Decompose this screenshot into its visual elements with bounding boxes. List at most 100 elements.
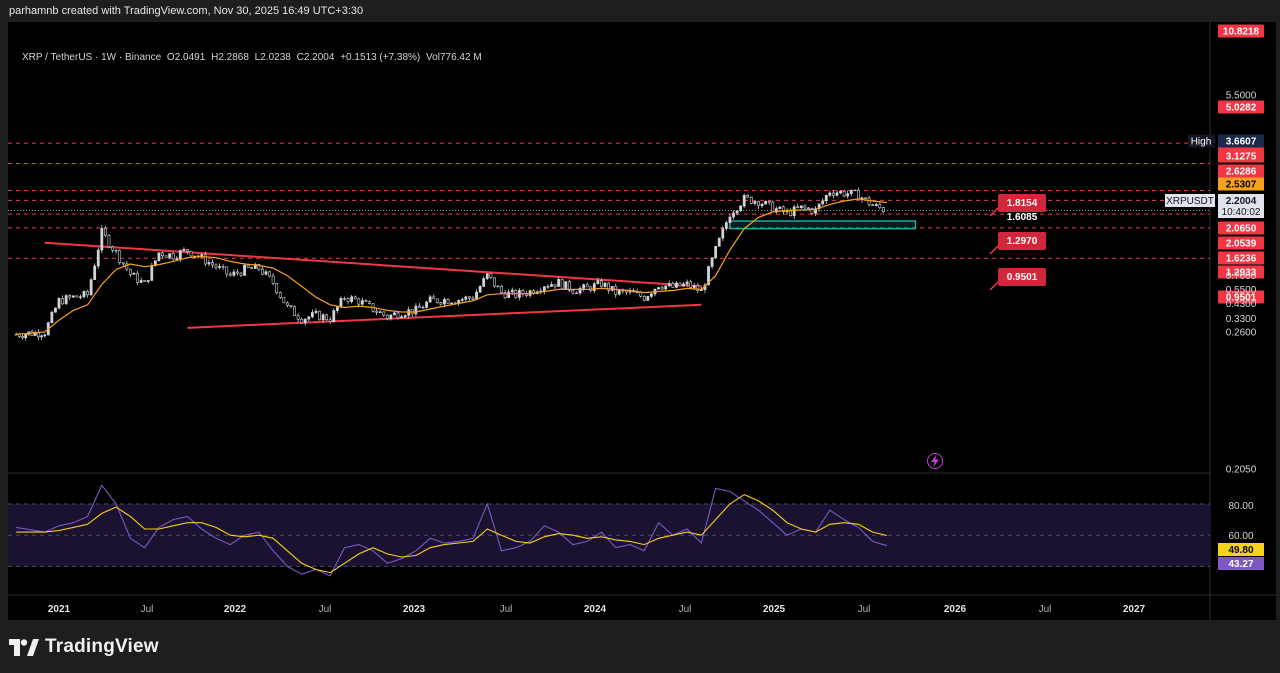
candle-body — [867, 197, 871, 206]
time-tick-2: 2022 — [224, 604, 247, 615]
candle-body — [271, 275, 275, 284]
candle-body — [553, 284, 557, 287]
candle-body — [236, 271, 239, 274]
candle-body — [443, 298, 446, 305]
candle-body — [796, 206, 800, 209]
logo-text: TradingView — [45, 636, 159, 657]
candle-body — [428, 296, 432, 303]
candle-body — [871, 204, 875, 207]
candle-body — [103, 227, 107, 236]
candle-body — [289, 305, 293, 308]
candle-body — [560, 279, 564, 290]
price-label-3: 5.0282 — [1226, 103, 1257, 114]
candle-body — [357, 298, 361, 305]
candle-body — [164, 255, 168, 258]
price-label-5: 3.6607 — [1226, 137, 1257, 148]
candle-body — [24, 334, 28, 339]
candle-body — [400, 316, 404, 319]
candle-body — [714, 245, 718, 259]
flash-icon[interactable] — [927, 453, 943, 469]
candle-body — [550, 284, 553, 287]
price-tick-16: 0.5500 — [1226, 285, 1257, 296]
candle-body — [89, 279, 93, 296]
candle-body — [335, 306, 339, 311]
candle-body — [211, 262, 214, 266]
price-label-11: 2.0539 — [1226, 239, 1257, 250]
candle-body — [878, 204, 882, 208]
candle-body — [446, 298, 450, 304]
candle-body — [218, 266, 221, 268]
candle-body — [671, 283, 675, 288]
candle-body — [43, 334, 47, 337]
candle-body — [414, 305, 418, 315]
tradingview-logo[interactable]: TradingView — [9, 636, 159, 658]
candle-body — [464, 296, 468, 300]
candle-body — [421, 307, 425, 309]
time-tick-4: 2023 — [403, 604, 426, 615]
time-tick-6: 2024 — [584, 604, 607, 615]
candle-body — [832, 192, 835, 196]
candle-body — [40, 335, 43, 338]
candle-body — [450, 302, 453, 305]
candle-body — [186, 249, 189, 252]
candle-body — [674, 282, 678, 288]
candle-body — [846, 193, 850, 197]
ma-label: 2.5307 — [1226, 180, 1257, 191]
candle-body — [396, 312, 400, 319]
candle-body — [842, 191, 846, 197]
support-zone — [729, 220, 917, 230]
legend-symbol[interactable]: XRP / TetherUS · 1W · Binance — [22, 52, 161, 63]
callout-label-1: 1.6085 — [1007, 212, 1038, 223]
candle-body — [657, 287, 660, 290]
candle-body — [874, 204, 878, 207]
candle-body — [571, 289, 575, 294]
candle-body — [617, 289, 621, 295]
candle-body — [799, 205, 803, 209]
chart-container[interactable]: 10.82187.19055.50005.02824.0000High3.660… — [8, 22, 1276, 620]
candle-body — [293, 306, 296, 316]
candle-body — [364, 300, 368, 302]
candle-body — [478, 286, 482, 293]
candle-body — [143, 280, 147, 282]
price-tick-15: 0.7000 — [1226, 271, 1257, 282]
candle-body — [685, 281, 689, 285]
candle-body — [82, 291, 86, 298]
candle-body — [696, 285, 700, 292]
candle-body — [767, 200, 771, 203]
candle-body — [614, 286, 618, 295]
candle-body — [757, 201, 760, 207]
candle-body — [189, 250, 193, 257]
candle-body — [368, 301, 371, 304]
candle-body — [328, 319, 332, 322]
candle-body — [278, 292, 282, 298]
candle-body — [839, 191, 842, 194]
price-label-12: 1.6236 — [1226, 254, 1257, 265]
candle-body — [239, 272, 243, 276]
candle-body — [221, 266, 225, 268]
credit-text: parhamnb created with TradingView.com, N… — [9, 5, 364, 17]
candle-body — [592, 283, 596, 291]
candle-body — [642, 295, 646, 301]
candle-body — [54, 307, 57, 313]
price-tick-18: 0.3300 — [1226, 314, 1257, 325]
time-tick-12: 2027 — [1123, 604, 1146, 615]
candle-body — [339, 298, 343, 308]
candle-body — [692, 285, 696, 288]
candle-body — [75, 295, 79, 298]
candle-body — [596, 280, 600, 284]
candle-body — [678, 282, 682, 287]
chart-svg[interactable]: 10.82187.19055.50005.02824.0000High3.660… — [8, 22, 1276, 620]
trendline-0 — [44, 241, 702, 288]
candle-body — [496, 285, 500, 288]
candle-body — [468, 296, 471, 299]
candle-body — [157, 252, 161, 261]
price-label-10: 2.0650 — [1226, 224, 1257, 235]
candle-body — [314, 310, 318, 313]
candle-body — [275, 283, 279, 294]
legend-open: O2.0491 — [166, 52, 206, 63]
candle-body — [639, 292, 643, 297]
candle-body — [600, 280, 603, 287]
candle-body — [161, 252, 164, 257]
candle-body — [749, 196, 753, 204]
candle-body — [118, 250, 122, 263]
